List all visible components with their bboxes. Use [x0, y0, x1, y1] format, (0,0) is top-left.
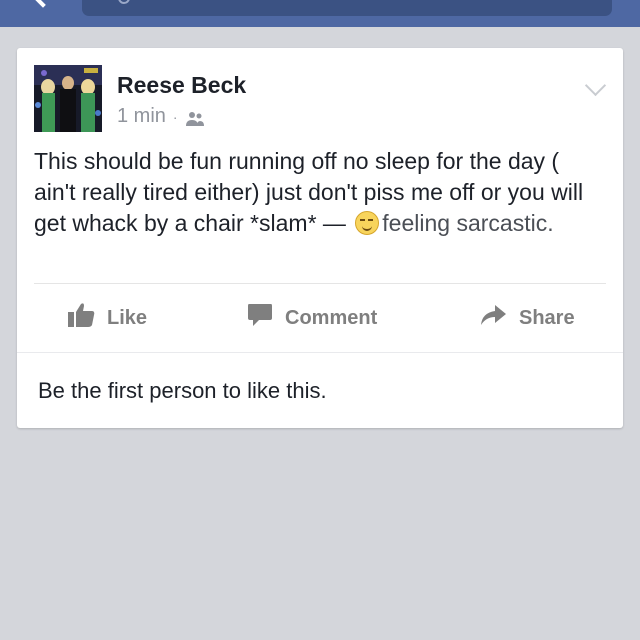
likes-summary[interactable]: Be the first person to like this.: [38, 378, 327, 404]
post-meta: 1 min ·: [117, 105, 205, 128]
avatar[interactable]: [34, 65, 102, 132]
top-bar: [0, 0, 640, 27]
friends-icon[interactable]: [185, 110, 205, 126]
author-name[interactable]: Reese Beck: [117, 72, 246, 99]
comment-icon: [247, 302, 273, 334]
smirk-emoji-icon: [355, 211, 380, 235]
post-card: Reese Beck 1 min · This should be fun ru…: [17, 48, 623, 428]
search-icon: [118, 0, 130, 4]
like-button[interactable]: Like: [67, 296, 147, 340]
search-input[interactable]: [82, 0, 612, 16]
share-button[interactable]: Share: [479, 296, 575, 340]
chevron-down-icon[interactable]: [584, 74, 607, 97]
share-arrow-icon: [479, 303, 507, 333]
post-time[interactable]: 1 min: [117, 105, 166, 128]
feeling-text[interactable]: feeling sarcastic.: [382, 210, 553, 236]
action-bar: Like Comment Share: [17, 296, 623, 340]
comment-button[interactable]: Comment: [247, 296, 377, 340]
chevron-left-icon[interactable]: [30, 0, 56, 8]
divider: [34, 283, 606, 284]
like-label: Like: [107, 306, 148, 329]
divider: [17, 352, 623, 353]
thumbs-up-icon: [67, 302, 95, 334]
share-label: Share: [519, 306, 575, 329]
post-text: This should be fun running off no sleep …: [34, 146, 604, 239]
comment-label: Comment: [285, 306, 378, 329]
meta-separator: ·: [172, 108, 178, 125]
